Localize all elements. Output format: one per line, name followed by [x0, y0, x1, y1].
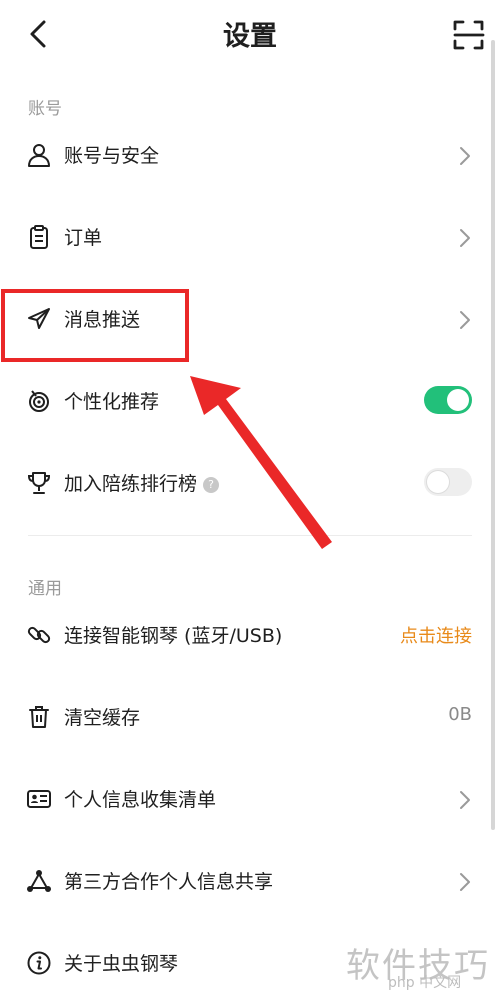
- top-bar: 设置: [0, 0, 500, 68]
- section-label-general: 通用: [28, 579, 62, 599]
- chevron-right-icon: [460, 147, 470, 165]
- leaderboard-toggle[interactable]: [424, 468, 472, 496]
- chevron-right-icon: [460, 311, 470, 329]
- settings-row-label: 加入陪练排行榜?: [64, 469, 220, 496]
- settings-row-leaderboard: 加入陪练排行榜?: [0, 454, 500, 514]
- trophy-icon: [27, 472, 51, 494]
- target-icon: [29, 390, 49, 412]
- leaderboard-label-text: 加入陪练排行榜: [64, 473, 198, 495]
- user-icon: [28, 144, 50, 167]
- settings-row-personal-info-list[interactable]: 个人信息收集清单: [0, 770, 500, 830]
- chevron-right-icon: [460, 791, 470, 809]
- settings-row-personalized-recommendation: 个性化推荐: [0, 372, 500, 432]
- clipboard-icon: [30, 225, 48, 249]
- id-card-icon: [27, 790, 51, 808]
- chevron-right-icon: [460, 873, 470, 891]
- settings-row-label: 个人信息收集清单: [64, 789, 217, 811]
- toggle-knob: [427, 471, 449, 493]
- settings-row-account-security[interactable]: 账号与安全: [0, 126, 500, 186]
- scan-icon[interactable]: [452, 18, 486, 52]
- settings-row-orders[interactable]: 订单: [0, 208, 500, 268]
- link-icon: [27, 626, 51, 644]
- settings-row-connect-piano[interactable]: 连接智能钢琴 (蓝牙/USB) 点击连接: [0, 606, 500, 666]
- annotation-highlight-box: [1, 289, 189, 362]
- settings-row-label: 订单: [64, 227, 103, 249]
- watermark-small-text: php 中文网: [388, 975, 462, 991]
- page-title: 设置: [223, 21, 277, 52]
- personalized-recommendation-toggle[interactable]: [424, 386, 472, 414]
- help-icon[interactable]: ?: [203, 477, 220, 493]
- settings-row-label: 关于虫虫钢琴: [64, 953, 179, 975]
- chevron-right-icon: [460, 229, 470, 247]
- connect-piano-link[interactable]: 点击连接: [400, 622, 472, 648]
- settings-row-label: 账号与安全: [64, 145, 160, 167]
- trash-icon: [29, 706, 49, 728]
- settings-row-label: 清空缓存: [64, 707, 141, 729]
- settings-row-third-party-sharing[interactable]: 第三方合作个人信息共享: [0, 852, 500, 912]
- info-icon: [27, 951, 51, 975]
- cache-size-value: 0B: [448, 704, 472, 725]
- share-nodes-icon: [27, 870, 51, 892]
- toggle-knob: [447, 389, 469, 411]
- settings-row-label: 连接智能钢琴 (蓝牙/USB): [64, 625, 283, 647]
- settings-row-label: 第三方合作个人信息共享: [64, 871, 274, 893]
- settings-row-label: 个性化推荐: [64, 391, 160, 413]
- section-label-account: 账号: [28, 99, 62, 119]
- section-divider: [28, 535, 472, 536]
- settings-row-clear-cache[interactable]: 清空缓存 0B: [0, 688, 500, 748]
